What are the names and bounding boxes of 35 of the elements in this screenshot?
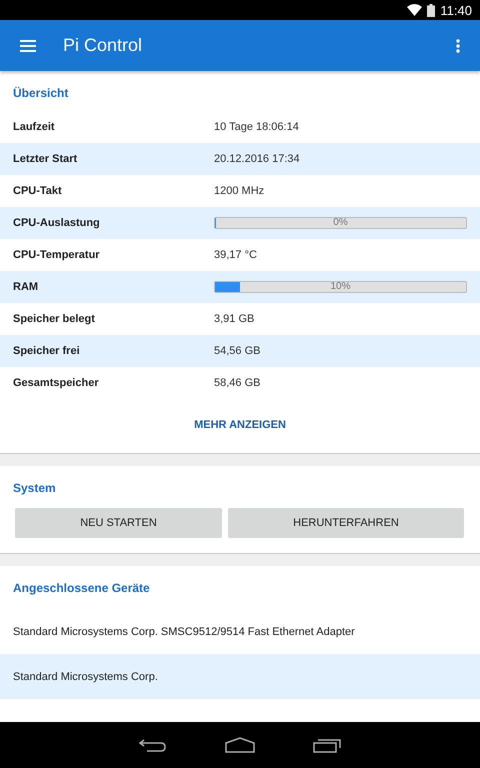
info-label: CPU-Temperatur (12, 249, 101, 261)
recent-apps-button[interactable] (313, 737, 341, 753)
info-value: 39,17 °C (214, 249, 257, 261)
info-value: 20.12.2016 17:34 (214, 153, 300, 165)
progress-value: 10% (329, 282, 352, 292)
section-title: Übersicht (13, 86, 68, 100)
device-name: Standard Microsystems Corp. (13, 670, 158, 682)
info-label: CPU-Takt (12, 185, 63, 197)
home-button[interactable] (225, 737, 255, 753)
info-label: Speicher belegt (12, 313, 96, 325)
info-value: 3,91 GB (214, 313, 254, 325)
overflow-menu-button[interactable] (456, 38, 460, 52)
info-label: Gesamtspeicher (12, 377, 100, 389)
system-button[interactable]: NEU STARTEN (15, 508, 222, 538)
info-label: Letzter Start (12, 153, 78, 165)
section-title: System (13, 481, 56, 495)
battery-icon (427, 4, 436, 16)
info-value: 54,56 GB (214, 345, 260, 357)
system-button[interactable]: HERUNTERFAHREN (228, 508, 464, 538)
info-label: Speicher frei (12, 345, 81, 357)
menu-button[interactable] (20, 40, 36, 52)
info-label: CPU-Auslastung (12, 217, 101, 229)
section-title: Angeschlossene Geräte (13, 581, 150, 595)
clock-time: 11:40 (440, 2, 472, 18)
progress-value: 0% (332, 218, 349, 228)
back-button[interactable] (139, 738, 167, 752)
info-value: 1200 MHz (214, 185, 264, 197)
device-name: Standard Microsystems Corp. SMSC9512/9514 Fast Ethernet Adapter (13, 626, 355, 638)
wifi-icon (407, 4, 422, 16)
show-more-button[interactable]: MEHR ANZEIGEN (186, 415, 294, 435)
info-value: 10 Tage 18:06:14 (214, 121, 299, 133)
info-value: 58,46 GB (214, 377, 260, 389)
info-label: RAM (12, 281, 40, 293)
app-title: Pi Control (63, 35, 144, 56)
info-label: Laufzeit (12, 121, 56, 133)
